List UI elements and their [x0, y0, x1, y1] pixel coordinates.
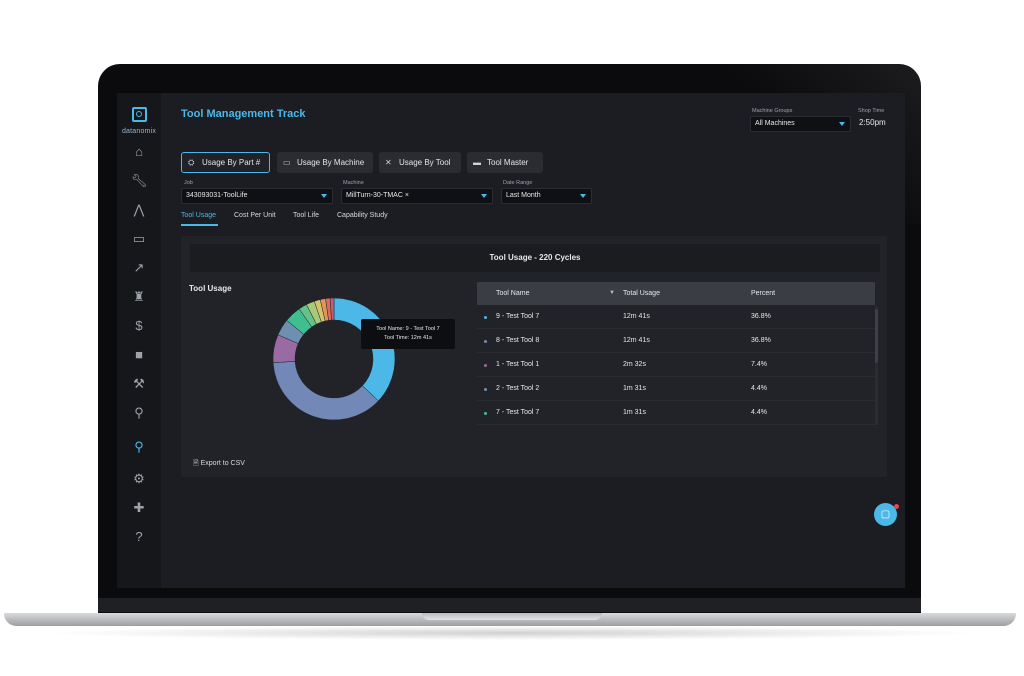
tool-usage-table: Tool Name ▼ Total Usage Percent 9 - Test…: [477, 282, 875, 425]
row-color-dot: [484, 388, 487, 391]
tab-usage-by-machine[interactable]: ▭ Usage By Machine: [277, 152, 373, 173]
col-total-usage[interactable]: Total Usage: [623, 282, 660, 305]
truck-icon[interactable]: ■: [125, 344, 153, 366]
total-usage-cell: 2m 32s: [623, 361, 646, 368]
table-scrollbar-thumb[interactable]: [875, 309, 878, 363]
total-usage-cell: 12m 41s: [623, 337, 650, 344]
machine-label: Machine: [343, 180, 364, 186]
tooltip-tool-name: Tool Name: 9 - Test Tool 7: [376, 326, 440, 332]
worker-icon[interactable]: ⚒: [125, 373, 153, 395]
tools-icon: ✕: [385, 158, 392, 167]
logo-icon: [131, 107, 147, 122]
row-color-dot: [484, 364, 487, 367]
tab-usage-by-tool[interactable]: ✕ Usage By Tool: [379, 152, 461, 173]
search-gear-icon[interactable]: ⚲: [125, 402, 153, 424]
sidebar: datanomix ⌂ 🔧︎ ⋀ ▭ ↗ ♜ $ ■ ⚒ ⚲ ⚲ ⚙ ✚ ?: [117, 93, 161, 588]
percent-cell: 7.4%: [751, 361, 767, 368]
trend-icon[interactable]: ↗: [125, 257, 153, 279]
tool-name-cell: 7 - Test Tool 7: [496, 409, 540, 416]
total-usage-cell: 1m 31s: [623, 409, 646, 416]
col-tool-name[interactable]: Tool Name: [496, 282, 529, 305]
table-row[interactable]: 2 - Test Tool 2 1m 31s 4.4%: [477, 377, 875, 401]
machine-value: MillTurn-30-TMAC ×: [346, 192, 409, 199]
filter-icon[interactable]: ▼: [609, 282, 615, 305]
document-icon: 🗎︎: [193, 460, 199, 467]
machine-groups-value: All Machines: [755, 120, 795, 127]
donut-chart[interactable]: [269, 294, 399, 424]
tab-tool-master[interactable]: ▬ Tool Master: [467, 152, 543, 173]
pin-icon[interactable]: ⚲: [125, 436, 153, 458]
total-usage-cell: 1m 31s: [623, 385, 646, 392]
logo-text: datanomix: [121, 128, 157, 135]
monitor-icon[interactable]: ▭: [125, 228, 153, 250]
tab-usage-by-part[interactable]: ⛭ Usage By Part #: [181, 152, 270, 173]
shop-time-label: Shop Time: [858, 108, 885, 114]
machine-groups-label: Machine Groups: [752, 108, 793, 114]
chart-tooltip: Tool Name: 9 - Test Tool 7 Tool Time: 12…: [361, 319, 455, 349]
keyboard-icon: ▬: [473, 158, 481, 167]
table-row[interactable]: 8 - Test Tool 8 12m 41s 36.8%: [477, 329, 875, 353]
parts-icon: ⛭: [188, 158, 195, 167]
tool-name-cell: 8 - Test Tool 8: [496, 337, 540, 344]
row-color-dot: [484, 316, 487, 319]
puzzle-icon[interactable]: ✚: [125, 497, 153, 519]
tooltip-tool-time: Tool Time: 12m 41s: [384, 335, 432, 341]
job-label: Job: [184, 180, 193, 186]
export-csv-button[interactable]: 🗎︎ Export to CSV: [193, 459, 245, 470]
laptop-bezel: [98, 598, 921, 612]
date-range-select[interactable]: Last Month: [501, 188, 592, 204]
shop-time-value: 2:50pm: [859, 118, 886, 127]
machine-groups-select[interactable]: All Machines: [750, 116, 851, 132]
date-range-value: Last Month: [506, 192, 541, 199]
total-usage-cell: 12m 41s: [623, 313, 650, 320]
page-title: Tool Management Track: [181, 108, 306, 120]
chevron-down-icon: [481, 194, 487, 198]
logo[interactable]: datanomix: [119, 107, 159, 135]
table-header: Tool Name ▼ Total Usage Percent: [477, 282, 875, 305]
card-header: Tool Usage - 220 Cycles: [190, 244, 880, 272]
job-select[interactable]: 343093031-ToolLife: [181, 188, 333, 204]
tool-name-cell: 9 - Test Tool 7: [496, 313, 540, 320]
app-screen: datanomix ⌂ 🔧︎ ⋀ ▭ ↗ ♜ $ ■ ⚒ ⚲ ⚲ ⚙ ✚ ? T…: [117, 93, 905, 588]
laptop-notch: [422, 613, 602, 620]
table-row[interactable]: 1 - Test Tool 1 2m 32s 7.4%: [477, 353, 875, 377]
dollar-icon[interactable]: $: [125, 315, 153, 337]
subtab-capability-study[interactable]: Capability Study: [337, 212, 388, 219]
home-icon[interactable]: ⌂: [125, 141, 153, 163]
chevron-down-icon: [839, 122, 845, 126]
percent-cell: 4.4%: [751, 385, 767, 392]
percent-cell: 36.8%: [751, 313, 771, 320]
subtab-active-indicator: [181, 224, 218, 226]
donut-slice-1[interactable]: [272, 361, 379, 421]
table-row[interactable]: 7 - Test Tool 7 1m 31s 4.4%: [477, 401, 875, 425]
row-color-dot: [484, 340, 487, 343]
subtab-tool-life[interactable]: Tool Life: [293, 212, 319, 219]
chat-icon: ▢: [880, 509, 891, 520]
machine-select[interactable]: MillTurn-30-TMAC ×: [341, 188, 493, 204]
percent-cell: 4.4%: [751, 409, 767, 416]
wrench-icon[interactable]: 🔧︎: [125, 170, 153, 192]
chevron-down-icon: [580, 194, 586, 198]
monitor-icon: ▭: [283, 158, 291, 167]
subtab-cost-per-unit[interactable]: Cost Per Unit: [234, 212, 276, 219]
trophy-icon[interactable]: ♜: [125, 286, 153, 308]
date-range-label: Date Range: [503, 180, 533, 186]
subtab-tool-usage[interactable]: Tool Usage: [181, 212, 216, 219]
percent-cell: 36.8%: [751, 337, 771, 344]
road-icon[interactable]: ⋀: [125, 199, 153, 221]
section-title: Tool Usage: [189, 284, 232, 293]
laptop-shadow: [40, 626, 984, 640]
notification-badge: [894, 504, 899, 509]
col-percent[interactable]: Percent: [751, 282, 775, 305]
export-csv-label: Export to CSV: [200, 460, 245, 467]
chevron-down-icon: [321, 194, 327, 198]
job-value: 343093031-ToolLife: [186, 192, 248, 199]
help-icon[interactable]: ?: [125, 526, 153, 548]
row-color-dot: [484, 412, 487, 415]
gear-icon[interactable]: ⚙: [125, 468, 153, 490]
tool-name-cell: 2 - Test Tool 2: [496, 385, 540, 392]
donut-slice-0[interactable]: [333, 297, 396, 402]
table-row[interactable]: 9 - Test Tool 7 12m 41s 36.8%: [477, 305, 875, 329]
tool-name-cell: 1 - Test Tool 1: [496, 361, 540, 368]
